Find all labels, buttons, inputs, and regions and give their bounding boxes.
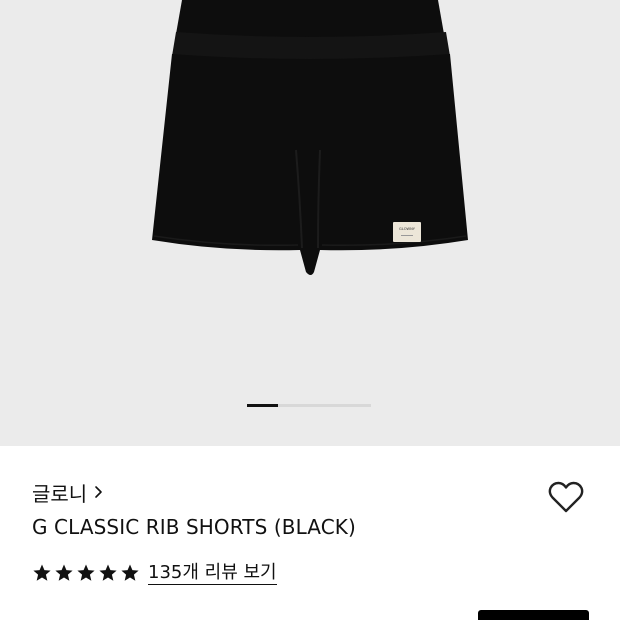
- star-filled-icon: [99, 564, 117, 581]
- star-filled-icon: [55, 564, 73, 581]
- star-filled-icon: [77, 564, 95, 581]
- carousel-indicator: [247, 404, 371, 407]
- star-filled-icon: [121, 564, 139, 581]
- wishlist-button[interactable]: [546, 478, 586, 516]
- rating-row: 135개 리뷰 보기: [32, 560, 277, 586]
- product-detail-page: GLOWNY 글로니 G CLASSIC RIB SHORTS (BLACK) …: [0, 0, 620, 620]
- product-image-carousel[interactable]: GLOWNY: [0, 0, 620, 446]
- garment-top: [176, 0, 444, 39]
- brand-name: 글로니: [32, 481, 88, 506]
- heart-outline-icon: [548, 481, 584, 513]
- chevron-right-icon: [95, 486, 103, 498]
- garment-label-text: GLOWNY: [399, 227, 416, 231]
- review-link[interactable]: 135개 리뷰 보기: [148, 562, 277, 585]
- garment-label-patch: [393, 222, 421, 242]
- carousel-indicator-active: [247, 404, 278, 407]
- star-filled-icon: [33, 564, 51, 581]
- action-button[interactable]: [478, 610, 589, 620]
- product-photo: GLOWNY: [152, 0, 468, 275]
- rating-stars: [32, 563, 142, 583]
- product-name: G CLASSIC RIB SHORTS (BLACK): [32, 515, 356, 539]
- brand-link[interactable]: 글로니: [32, 478, 105, 506]
